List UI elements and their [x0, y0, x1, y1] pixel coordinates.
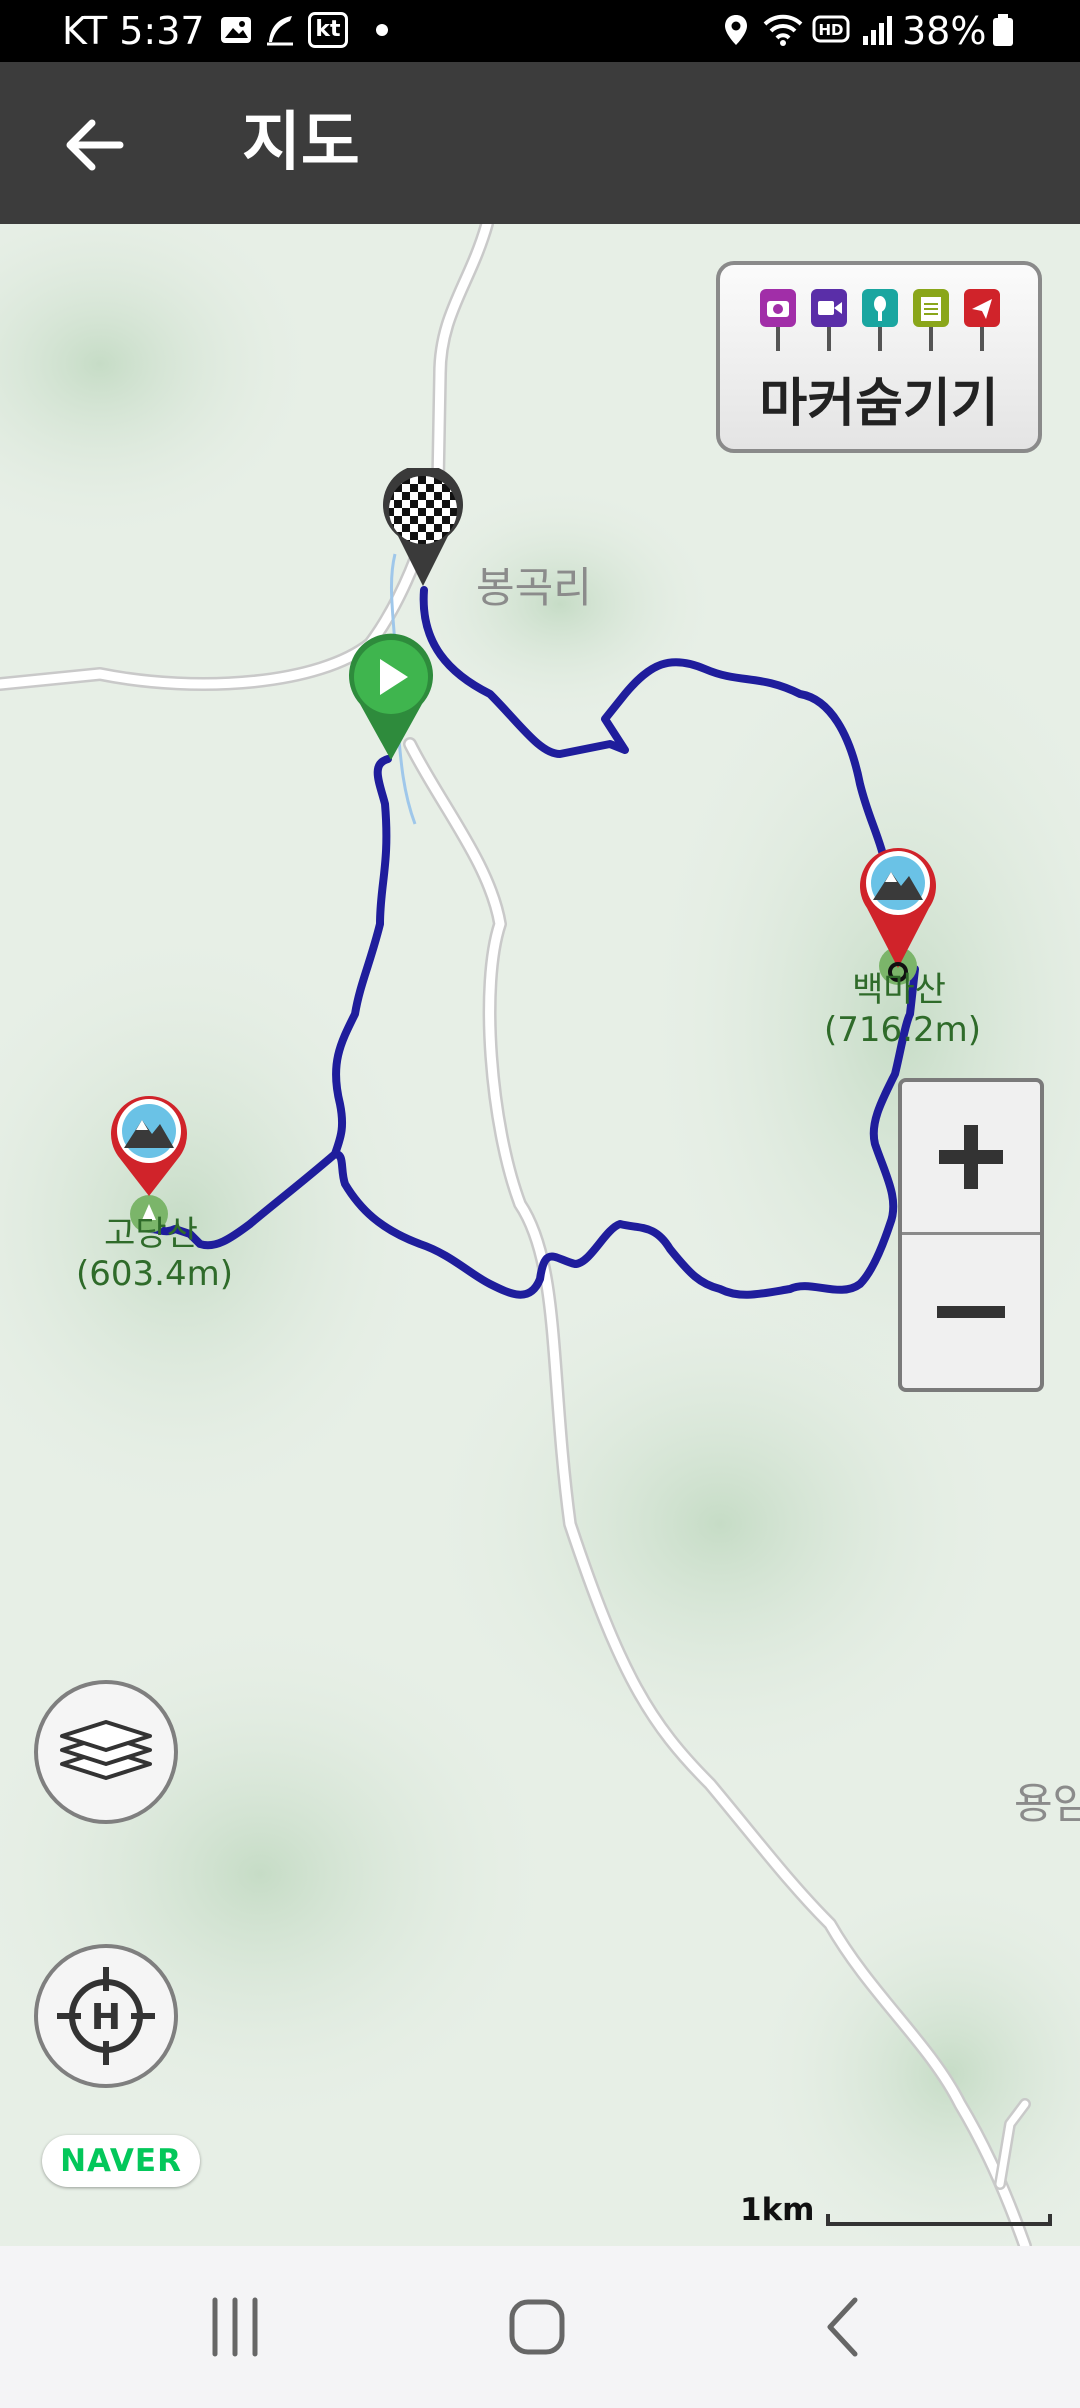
recent-apps-icon[interactable] — [190, 2290, 280, 2364]
arrow-left-icon[interactable] — [60, 110, 130, 180]
dot-icon — [376, 24, 388, 36]
mic-pin-icon — [862, 289, 898, 351]
village-label-right: 용암 — [1014, 1779, 1080, 1828]
page-title: 지도 — [242, 106, 360, 180]
carrier-time: KT 5:37 — [62, 9, 205, 53]
scale-label: 1km — [740, 2192, 815, 2228]
naver-logo: NAVER — [42, 2135, 200, 2187]
hide-markers-label: 마커숨기기 — [759, 374, 999, 434]
start-play-icon[interactable] — [346, 632, 436, 762]
battery-percent: 38% — [902, 9, 987, 53]
plus-icon — [939, 1125, 1003, 1189]
minus-icon — [937, 1305, 1005, 1318]
kt-icon: kt — [308, 12, 348, 48]
gallery-icon — [221, 17, 251, 43]
zoom-control — [898, 1078, 1044, 1392]
map-scale: 1km — [740, 2192, 1060, 2232]
video-pin-icon — [811, 289, 847, 351]
zoom-out-button[interactable] — [902, 1235, 1040, 1388]
location-icon — [725, 15, 747, 45]
mountain-pin-icon[interactable] — [855, 838, 941, 988]
my-location-button[interactable]: H — [34, 1944, 178, 2088]
camera-pin-icon — [760, 289, 796, 351]
wifi-icon — [763, 14, 803, 46]
layers-button[interactable] — [34, 1680, 178, 1824]
system-nav-bar — [0, 2246, 1080, 2408]
home-icon[interactable] — [492, 2290, 582, 2364]
hd-icon: HD — [812, 15, 850, 43]
marker-type-icons — [760, 289, 1000, 351]
peak-label-baekma: 백마산 (716.2m) — [824, 970, 981, 1050]
signal-icon — [863, 16, 892, 45]
back-icon[interactable] — [800, 2290, 890, 2364]
crosshair-h-icon: H — [57, 1967, 155, 2065]
hide-markers-button[interactable]: 마커숨기기 — [716, 261, 1042, 453]
feather-icon — [267, 16, 293, 46]
app-bar: 지도 — [0, 62, 1080, 224]
svg-text:HD: HD — [818, 21, 843, 39]
map-view[interactable]: 봉곡리 용암 백마산 (716.2m) 고당산 (603.4m) 마커숨기기 H… — [0, 224, 1080, 2246]
status-bar: KT 5:37 kt HD 38% — [0, 0, 1080, 62]
battery-icon — [993, 14, 1013, 46]
svg-text:H: H — [91, 1997, 121, 2038]
flag-pin-icon — [964, 289, 1000, 351]
peak-name: 고당산 — [104, 1214, 198, 1254]
village-label: 봉곡리 — [476, 563, 592, 612]
peak-name: 백마산 — [852, 970, 946, 1010]
peak-altitude: (603.4m) — [76, 1254, 233, 1294]
zoom-in-button[interactable] — [902, 1082, 1040, 1235]
layers-icon — [60, 1720, 152, 1780]
peak-altitude: (716.2m) — [824, 1010, 981, 1050]
finish-flag-icon[interactable] — [378, 468, 468, 588]
memo-pin-icon — [913, 289, 949, 351]
scale-bar — [826, 2214, 1052, 2226]
peak-label-godang: 고당산 (603.4m) — [76, 1214, 233, 1294]
